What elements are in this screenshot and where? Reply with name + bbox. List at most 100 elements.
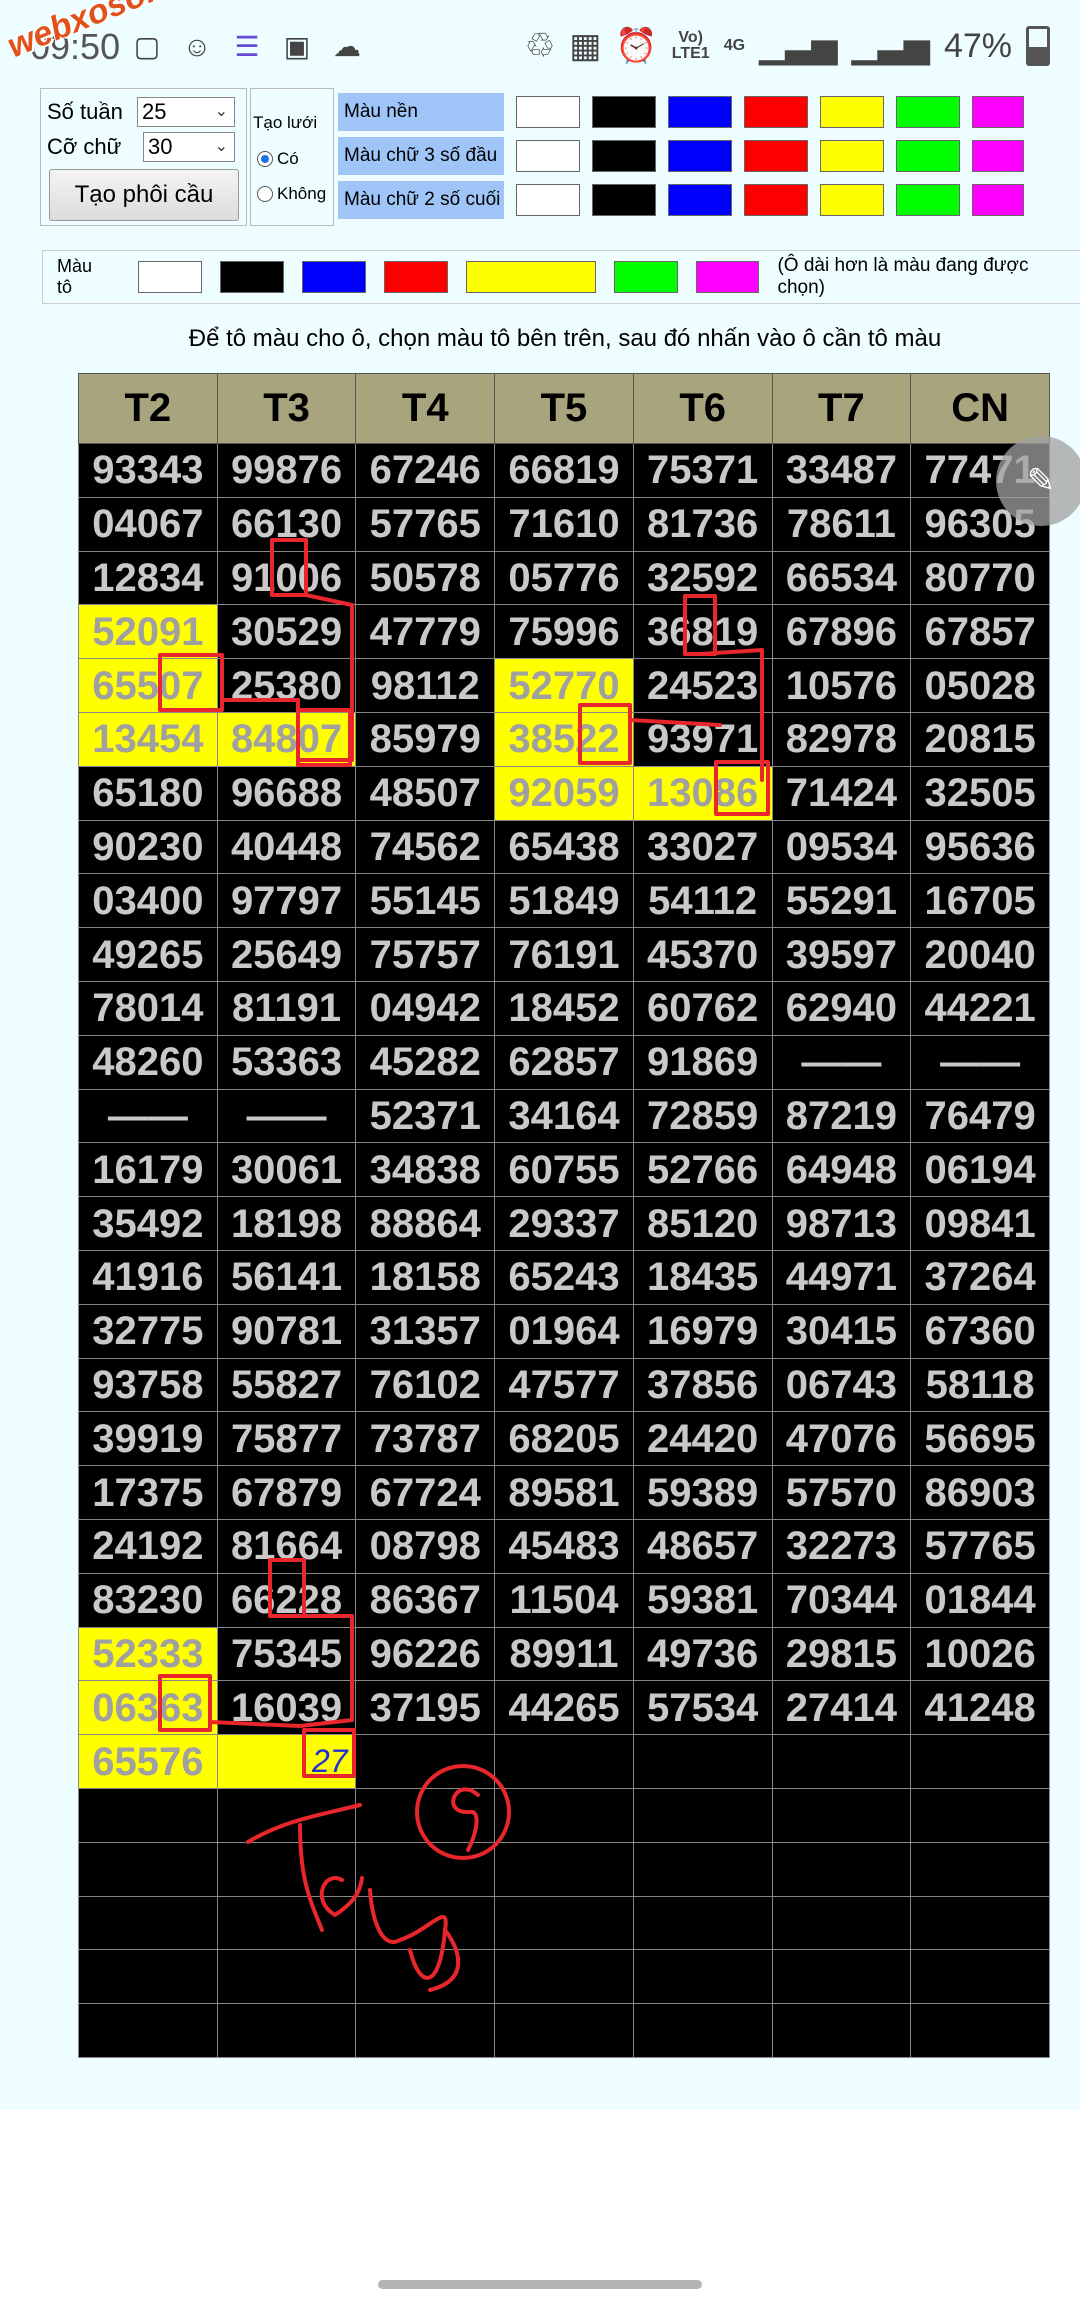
grid-cell[interactable]: 39919 [78, 1411, 218, 1467]
grid-cell[interactable]: 17375 [78, 1465, 218, 1520]
grid-cell[interactable]: 44971 [771, 1249, 912, 1305]
swatch-magenta[interactable] [972, 184, 1024, 216]
grid-cell[interactable]: 25380 [216, 658, 357, 713]
radio-khong[interactable]: Không [257, 184, 326, 204]
grid-cell[interactable]: 72859 [632, 1088, 773, 1144]
edit-fab-button[interactable]: ✎ [996, 436, 1080, 526]
grid-cell[interactable]: 65243 [494, 1249, 634, 1305]
grid-cell[interactable]: 52091 [78, 604, 218, 660]
grid-cell[interactable] [771, 1949, 912, 2005]
grid-cell[interactable]: 04067 [78, 496, 218, 552]
grid-cell[interactable]: 05028 [910, 658, 1050, 713]
grid-cell[interactable] [910, 1949, 1050, 2005]
grid-cell[interactable]: —— [78, 1088, 218, 1144]
grid-cell[interactable] [771, 2003, 912, 2058]
grid-cell[interactable]: 74562 [355, 819, 496, 875]
grid-cell[interactable] [910, 1787, 1050, 1843]
grid-cell[interactable]: 75996 [494, 604, 634, 660]
paint-magenta[interactable] [695, 261, 760, 293]
grid-cell[interactable]: 35492 [78, 1196, 218, 1251]
grid-cell[interactable]: 18198 [216, 1196, 357, 1251]
grid-cell[interactable] [216, 1895, 357, 1951]
paint-green[interactable] [613, 261, 678, 293]
grid-cell[interactable]: 88864 [355, 1196, 496, 1251]
grid-cell[interactable]: 40448 [216, 819, 357, 875]
grid-cell[interactable]: 66819 [494, 443, 634, 498]
grid-cell[interactable]: 47577 [494, 1357, 634, 1413]
grid-cell[interactable]: 52770 [494, 658, 634, 713]
grid-cell[interactable]: 65576 [78, 1734, 218, 1789]
grid-cell[interactable]: 44221 [910, 980, 1050, 1036]
grid-cell[interactable]: 55827 [216, 1357, 357, 1413]
grid-cell[interactable]: 84807 [216, 711, 357, 767]
grid-cell[interactable]: 91869 [632, 1034, 773, 1090]
grid-cell[interactable]: 54112 [632, 873, 773, 929]
grid-cell[interactable]: 50578 [355, 550, 496, 606]
swatch-black[interactable] [592, 140, 656, 172]
grid-cell[interactable]: 52333 [78, 1626, 218, 1682]
paint-blue[interactable] [301, 261, 366, 293]
swatch-green[interactable] [896, 96, 960, 128]
grid-cell[interactable]: —— [910, 1034, 1050, 1090]
create-button[interactable]: Tạo phôi cầu [49, 169, 239, 221]
grid-cell[interactable] [78, 1787, 218, 1843]
grid-cell[interactable]: 90230 [78, 819, 218, 875]
grid-cell[interactable]: 32273 [771, 1518, 912, 1574]
grid-cell[interactable] [910, 1841, 1050, 1897]
grid-cell[interactable]: 33027 [632, 819, 773, 875]
grid-cell[interactable]: 93758 [78, 1357, 218, 1413]
grid-cell[interactable]: 90781 [216, 1303, 357, 1359]
grid-cell[interactable] [494, 1841, 634, 1897]
grid-cell[interactable]: 45483 [494, 1518, 634, 1574]
grid-cell[interactable]: 45370 [632, 927, 773, 982]
grid-cell[interactable] [78, 1949, 218, 2005]
grid-cell[interactable]: 65507 [78, 658, 218, 713]
grid-cell[interactable]: 60762 [632, 980, 773, 1036]
grid-cell[interactable]: 86903 [910, 1465, 1050, 1520]
grid-cell[interactable]: 09534 [771, 819, 912, 875]
grid-cell[interactable]: 48507 [355, 765, 496, 821]
swatch-red[interactable] [744, 96, 808, 128]
swatch-blue[interactable] [668, 184, 732, 216]
grid-cell[interactable] [355, 1734, 496, 1789]
grid-cell[interactable]: 81736 [632, 496, 773, 552]
grid-cell[interactable]: 06194 [910, 1142, 1050, 1198]
grid-cell[interactable] [771, 1734, 912, 1789]
grid-cell[interactable]: 68205 [494, 1411, 634, 1467]
grid-cell[interactable]: 87219 [771, 1088, 912, 1144]
grid-cell[interactable]: 56695 [910, 1411, 1050, 1467]
grid-cell[interactable]: 92059 [494, 765, 634, 821]
grid-cell[interactable]: 95636 [910, 819, 1050, 875]
grid-cell[interactable]: 08798 [355, 1518, 496, 1574]
grid-cell[interactable]: 44265 [494, 1680, 634, 1736]
grid-cell[interactable]: 32592 [632, 550, 773, 606]
grid-cell[interactable]: 29815 [771, 1626, 912, 1682]
grid-cell[interactable]: 56141 [216, 1249, 357, 1305]
grid-cell[interactable]: 29337 [494, 1196, 634, 1251]
grid-cell[interactable]: 10576 [771, 658, 912, 713]
grid-cell[interactable]: 66228 [216, 1572, 357, 1628]
grid-cell[interactable]: 98713 [771, 1196, 912, 1251]
grid-cell[interactable]: 57570 [771, 1465, 912, 1520]
grid-cell[interactable]: 45282 [355, 1034, 496, 1090]
grid-cell[interactable]: 48657 [632, 1518, 773, 1574]
grid-cell[interactable]: 65180 [78, 765, 218, 821]
grid-cell[interactable]: 18452 [494, 980, 634, 1036]
grid-cell[interactable]: 71424 [771, 765, 912, 821]
grid-cell[interactable]: 30061 [216, 1142, 357, 1198]
grid-cell[interactable]: 10026 [910, 1626, 1050, 1682]
grid-cell[interactable] [632, 1734, 773, 1789]
grid-cell[interactable]: 18435 [632, 1249, 773, 1305]
grid-cell[interactable]: 41248 [910, 1680, 1050, 1736]
gesture-nav-bar[interactable] [378, 2280, 702, 2289]
grid-cell[interactable] [494, 1949, 634, 2005]
swatch-blue[interactable] [668, 96, 732, 128]
grid-cell[interactable]: 04942 [355, 980, 496, 1036]
grid-cell[interactable] [771, 1895, 912, 1951]
swatch-black[interactable] [592, 96, 656, 128]
swatch-magenta[interactable] [972, 140, 1024, 172]
grid-cell[interactable]: 55291 [771, 873, 912, 929]
grid-cell[interactable]: 32775 [78, 1303, 218, 1359]
grid-cell[interactable]: 97797 [216, 873, 357, 929]
grid-cell[interactable]: 98112 [355, 658, 496, 713]
